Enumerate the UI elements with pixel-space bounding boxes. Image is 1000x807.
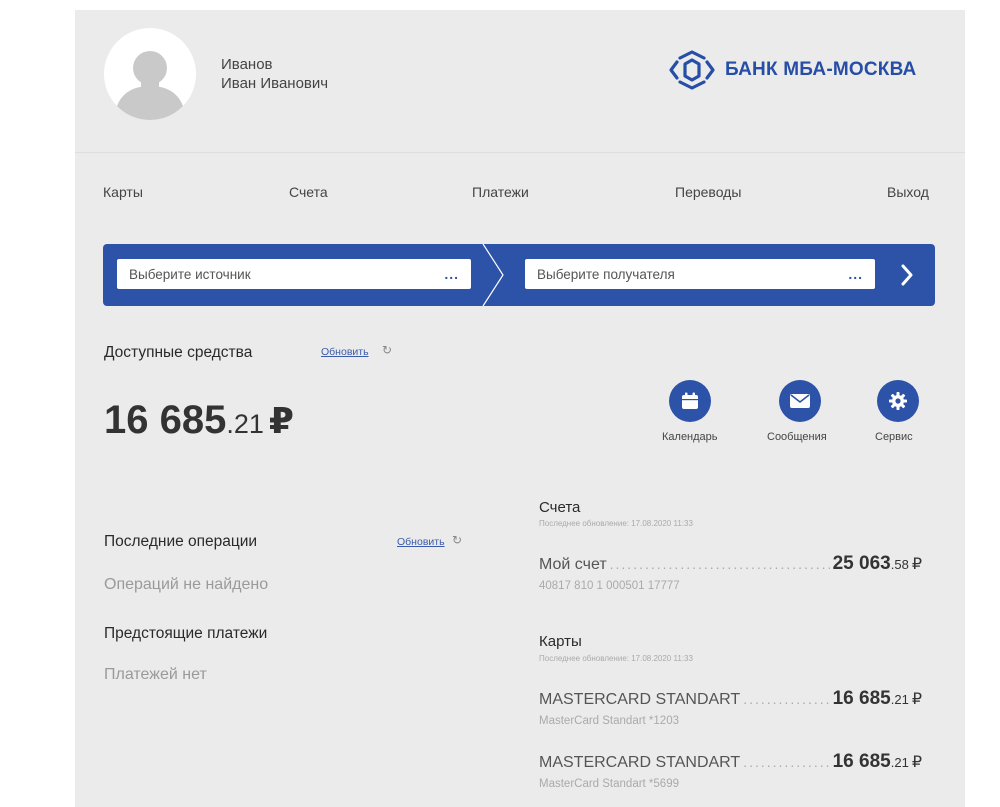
card-amount-fraction: .21 [890, 755, 909, 770]
refresh-recent-link[interactable]: Обновить [397, 536, 445, 548]
card-description: MasterCard Standart *1203 [539, 715, 679, 727]
user-silhouette-icon [114, 51, 186, 120]
destination-selector[interactable]: Выберите получателя ... [525, 259, 875, 289]
card-currency: ₽ [911, 691, 922, 708]
nav-transfers[interactable]: Переводы [675, 184, 741, 200]
header-divider [75, 152, 965, 153]
card-amount-integer: 16 685 [832, 751, 891, 772]
user-first-name: Иван Иванович [221, 75, 329, 92]
card-currency: ₽ [911, 754, 922, 771]
user-name: Иванов Иван Иванович [221, 55, 328, 93]
avatar[interactable] [104, 28, 196, 120]
no-operations-text: Операций не найдено [104, 576, 269, 593]
card-amount-integer: 16 685 [832, 688, 891, 709]
dot-leader [610, 556, 830, 572]
source-more-icon[interactable]: ... [444, 266, 459, 282]
refresh-icon[interactable]: ↻ [452, 533, 462, 547]
account-row[interactable]: Мой счет 25 063.58₽ [539, 553, 922, 575]
card-row[interactable]: MASTERCARD STANDART 16 685.21₽ [539, 751, 922, 773]
account-currency: ₽ [911, 556, 922, 573]
bank-logo-icon [669, 50, 715, 90]
refresh-funds-link[interactable]: Обновить [321, 346, 369, 358]
bank-name: БАНК МБА-МОСКВА [725, 59, 917, 80]
calendar-button[interactable] [669, 380, 711, 422]
calendar-label: Календарь [662, 431, 718, 443]
card-name: MASTERCARD STANDART [539, 691, 741, 708]
main-nav: Карты Счета Платежи Переводы Выход [0, 184, 1000, 202]
nav-logout[interactable]: Выход [887, 184, 929, 200]
destination-placeholder: Выберите получателя [537, 266, 675, 282]
no-payments-text: Платежей нет [104, 666, 207, 683]
nav-accounts[interactable]: Счета [289, 184, 328, 200]
cards-title: Карты [539, 633, 582, 650]
dot-leader [743, 691, 829, 707]
messages-button[interactable] [779, 380, 821, 422]
card-description: MasterCard Standart *5699 [539, 778, 679, 790]
nav-payments[interactable]: Платежи [472, 184, 529, 200]
accounts-title: Счета [539, 499, 581, 516]
nav-cards[interactable]: Карты [103, 184, 143, 200]
recent-operations-title: Последние операции [104, 533, 258, 550]
balance-amount: 16 685.21 ₽ [104, 398, 294, 443]
accounts-updated: Последнее обновление: 17.08.2020 11:33 [539, 519, 693, 528]
balance-currency: ₽ [268, 400, 294, 441]
refresh-icon[interactable]: ↻ [382, 343, 392, 357]
calendar-icon [682, 392, 698, 409]
balance-fraction: .21 [226, 409, 264, 439]
available-funds-label: Доступные средства [104, 344, 253, 361]
envelope-icon [790, 394, 810, 408]
chevron-right-icon [901, 264, 913, 286]
account-amount: 25 063.58 ₽ [833, 553, 922, 575]
card-amount: 16 685.21 ₽ [833, 751, 922, 773]
service-label: Сервис [875, 431, 913, 443]
card-amount: 16 685.21 ₽ [833, 688, 922, 710]
source-selector[interactable]: Выберите источник ... [117, 259, 471, 289]
cards-updated: Последнее обновление: 17.08.2020 11:33 [539, 654, 693, 663]
chevron-separator-icon [482, 244, 504, 306]
dot-leader [743, 754, 829, 770]
account-amount-integer: 25 063 [832, 553, 891, 574]
user-last-name: Иванов [221, 56, 273, 73]
upcoming-payments-title: Предстоящие платежи [104, 625, 268, 642]
destination-more-icon[interactable]: ... [848, 266, 863, 282]
bank-logo[interactable]: БАНК МБА-МОСКВА [667, 48, 916, 92]
messages-label: Сообщения [767, 431, 827, 443]
card-amount-fraction: .21 [890, 692, 909, 707]
source-placeholder: Выберите источник [129, 266, 251, 282]
quick-transfer-bar: Выберите источник ... Выберите получател… [103, 244, 935, 306]
account-number: 40817 810 1 000501 17777 [539, 580, 680, 592]
card-name: MASTERCARD STANDART [539, 754, 741, 771]
gear-icon [889, 392, 907, 410]
balance-integer: 16 685 [104, 398, 227, 442]
account-name: Мой счет [539, 556, 607, 573]
transfer-next-button[interactable] [887, 256, 927, 294]
card-row[interactable]: MASTERCARD STANDART 16 685.21₽ [539, 688, 922, 710]
service-button[interactable] [877, 380, 919, 422]
account-amount-fraction: .58 [890, 557, 909, 572]
